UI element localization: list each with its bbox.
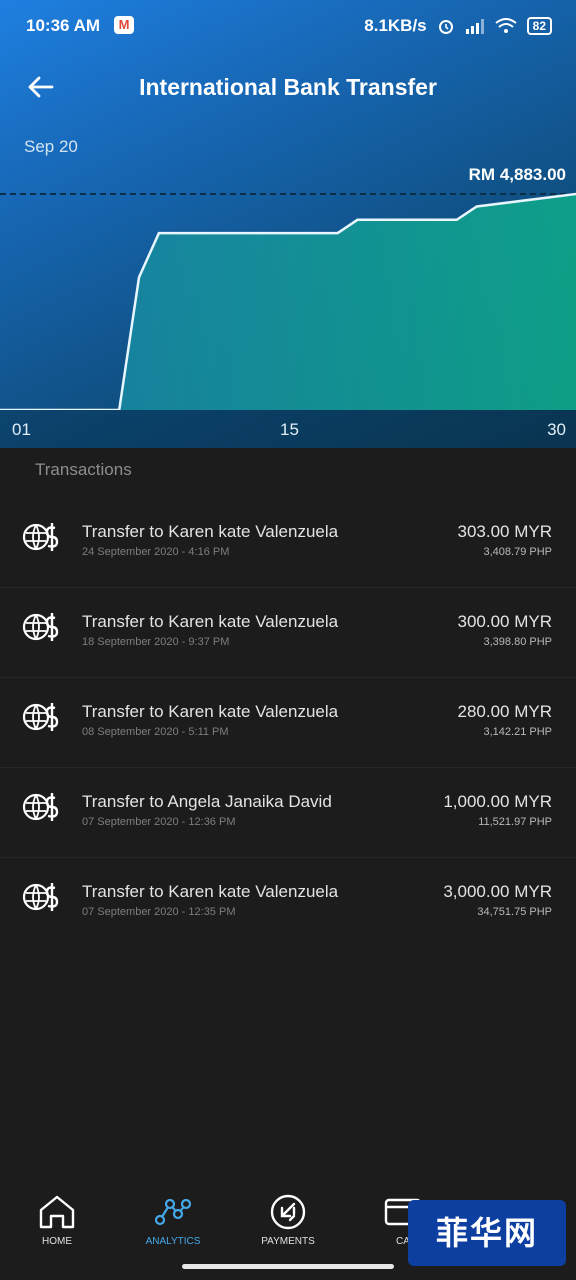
- transaction-converted: 3,142.21 PHP: [483, 726, 553, 738]
- nav-payments-label: PAYMENTS: [261, 1236, 315, 1247]
- battery-icon: 82: [526, 17, 552, 35]
- chart-month-label: Sep 20: [24, 137, 78, 156]
- transaction-date: 24 September 2020 - 4:16 PM: [82, 546, 230, 558]
- transaction-converted: 11,521.97 PHP: [478, 816, 552, 828]
- mail-icon: M: [114, 16, 134, 34]
- globe-dollar-icon: [22, 793, 59, 821]
- wifi-icon: [495, 18, 517, 33]
- transaction-amount: 3,000.00 MYR: [443, 882, 552, 901]
- nav-analytics-label: ANALYTICS: [145, 1236, 201, 1247]
- signal-icon: [465, 19, 484, 34]
- nav-payments[interactable]: PAYMENTS: [233, 1194, 343, 1247]
- status-right: 8.1KB/s 82: [364, 16, 552, 36]
- x-tick-30: 30: [547, 420, 566, 439]
- transaction-amount: 1,000.00 MYR: [443, 792, 552, 811]
- transaction-title: Transfer to Karen kate Valenzuela: [82, 702, 339, 721]
- transaction-title: Transfer to Karen kate Valenzuela: [82, 882, 339, 901]
- transaction-date: 07 September 2020 - 12:36 PM: [82, 816, 236, 828]
- transaction-converted: 3,398.80 PHP: [483, 636, 553, 648]
- transaction-converted: 34,751.75 PHP: [477, 906, 552, 918]
- alarm-icon: [438, 20, 453, 34]
- transaction-converted: 3,408.79 PHP: [483, 546, 553, 558]
- transaction-title: Transfer to Karen kate Valenzuela: [82, 612, 339, 631]
- transaction-date: 08 September 2020 - 5:11 PM: [82, 726, 229, 738]
- watermark-badge: 菲华网: [408, 1200, 566, 1266]
- chart-area: [0, 194, 576, 410]
- header-panel: 10:36 AM M 8.1KB/s 82 International Bank…: [0, 0, 576, 448]
- payments-icon: [270, 1194, 306, 1230]
- nav-analytics[interactable]: ANALYTICS: [118, 1194, 228, 1247]
- x-tick-15: 15: [280, 420, 299, 439]
- transaction-amount: 303.00 MYR: [457, 522, 553, 541]
- globe-dollar-icon: [22, 523, 59, 551]
- status-time: 10:36 AM: [26, 16, 101, 35]
- analytics-icon: [154, 1198, 192, 1226]
- globe-dollar-icon: [22, 883, 59, 911]
- transaction-row[interactable]: Transfer to Karen kate Valenzuela 24 Sep…: [0, 498, 576, 588]
- spending-chart: [0, 192, 576, 410]
- transaction-row[interactable]: Transfer to Karen kate Valenzuela 18 Sep…: [0, 588, 576, 678]
- transaction-date: 07 September 2020 - 12:35 PM: [82, 906, 236, 918]
- nav-home[interactable]: HOME: [2, 1194, 112, 1247]
- transaction-amount: 300.00 MYR: [457, 612, 553, 631]
- transaction-title: Transfer to Karen kate Valenzuela: [82, 522, 339, 541]
- section-title: Transactions: [35, 460, 132, 479]
- home-indicator: [182, 1264, 394, 1269]
- transaction-date: 18 September 2020 - 9:37 PM: [82, 636, 230, 648]
- transaction-row[interactable]: Transfer to Karen kate Valenzuela 07 Sep…: [0, 858, 576, 947]
- globe-dollar-icon: [22, 703, 59, 731]
- transaction-amount: 280.00 MYR: [457, 702, 553, 721]
- transaction-row[interactable]: Transfer to Karen kate Valenzuela 08 Sep…: [0, 678, 576, 768]
- transaction-list: Transfer to Karen kate Valenzuela 24 Sep…: [0, 498, 576, 947]
- status-bar: 10:36 AM M 8.1KB/s 82: [0, 0, 576, 52]
- transaction-title: Transfer to Angela Janaika David: [82, 792, 332, 811]
- home-icon: [39, 1195, 75, 1229]
- chart-x-axis: 01 15 30: [0, 410, 576, 448]
- transaction-row[interactable]: Transfer to Angela Janaika David 07 Sept…: [0, 768, 576, 858]
- nav-home-label: HOME: [42, 1236, 72, 1247]
- app-bar: International Bank Transfer: [0, 60, 576, 116]
- net-speed: 8.1KB/s: [364, 16, 427, 35]
- x-tick-01: 01: [12, 420, 31, 439]
- page-title: International Bank Transfer: [139, 74, 437, 100]
- globe-dollar-icon: [22, 613, 59, 641]
